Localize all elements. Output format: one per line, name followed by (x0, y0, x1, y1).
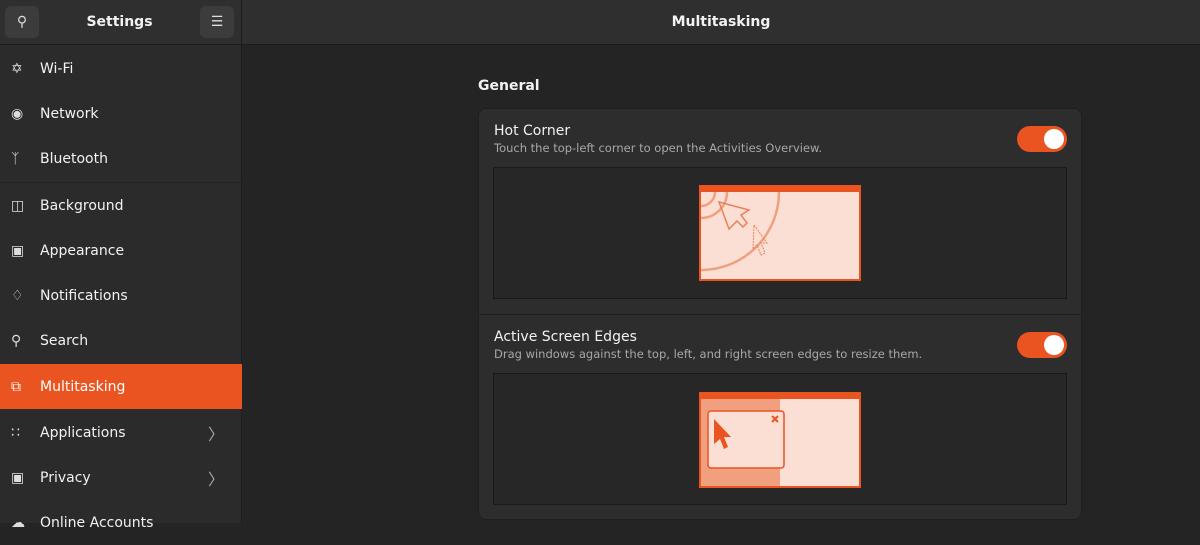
bluetooth-icon: ᛉ (11, 150, 20, 167)
sidebar-item-label: Bluetooth (40, 150, 108, 167)
sidebar-title: Settings (86, 14, 153, 30)
sidebar-item-background[interactable]: ◫ Background (0, 183, 242, 228)
sidebar-item-appearance[interactable]: ▣ Appearance (0, 228, 242, 273)
sidebar-item-multitasking[interactable]: ⧉ Multitasking (0, 364, 242, 409)
sidebar-item-wifi[interactable]: ✡ Wi-Fi (0, 46, 242, 91)
sidebar-item-label: Notifications (40, 287, 128, 304)
sidebar-item-label: Network (40, 105, 99, 122)
sidebar-header: ⚲ Settings ☰ (0, 0, 241, 45)
lock-icon: ▣ (11, 469, 25, 486)
sidebar-item-privacy[interactable]: ▣ Privacy 〉 (0, 455, 242, 500)
appearance-icon: ▣ (11, 242, 25, 259)
chevron-right-icon: 〉 (207, 424, 224, 444)
screen-edges-title: Active Screen Edges (494, 329, 637, 345)
grid-icon: ∷ (11, 424, 20, 441)
sidebar-item-label: Wi-Fi (40, 60, 74, 77)
screen-edges-preview (493, 373, 1067, 505)
screen-edges-illustration (699, 392, 861, 488)
section-heading: General (478, 78, 540, 94)
hot-corner-description: Touch the top-left corner to open the Ac… (494, 141, 823, 155)
sidebar-item-applications[interactable]: ∷ Applications 〉 (0, 410, 242, 455)
screen-edges-description: Drag windows against the top, left, and … (494, 347, 923, 361)
sidebar-item-label: Background (40, 197, 124, 214)
multitasking-icon: ⧉ (11, 378, 21, 395)
sidebar-item-label: Multitasking (40, 378, 126, 395)
search-button[interactable]: ⚲ (5, 6, 39, 38)
row-divider (479, 314, 1081, 315)
screen-edges-toggle[interactable] (1017, 332, 1067, 358)
search-icon: ⚲ (16, 14, 28, 30)
globe-icon: ◉ (11, 105, 24, 122)
sidebar-item-network[interactable]: ◉ Network (0, 91, 242, 136)
chevron-right-icon: 〉 (207, 469, 224, 489)
sidebar-item-label: Search (40, 332, 89, 349)
hot-corner-title: Hot Corner (494, 123, 571, 139)
hot-corner-illustration (699, 185, 861, 281)
hot-corner-preview (493, 167, 1067, 299)
bell-icon: ♢ (11, 287, 24, 304)
hot-corner-toggle[interactable] (1017, 126, 1067, 152)
sidebar-item-label: Applications (40, 424, 126, 441)
hamburger-icon: ☰ (210, 14, 224, 30)
settings-card: Hot Corner Touch the top-left corner to … (478, 108, 1082, 520)
sidebar-item-search[interactable]: ⚲ Search (0, 318, 242, 363)
sidebar-item-notifications[interactable]: ♢ Notifications (0, 273, 242, 318)
sidebar-item-label: Appearance (40, 242, 125, 259)
sidebar-item-bluetooth[interactable]: ᛉ Bluetooth (0, 136, 242, 181)
page-title: Multitasking (242, 0, 1200, 45)
wifi-icon: ✡ (11, 60, 23, 77)
monitor-icon: ◫ (11, 197, 25, 214)
search-icon: ⚲ (11, 332, 22, 349)
menu-button[interactable]: ☰ (200, 6, 234, 38)
sidebar-item-label: Privacy (40, 469, 91, 486)
sidebar: ⚲ Settings ☰ ✡ Wi-Fi ◉ Network ᛉ Bluetooth … (0, 0, 242, 531)
